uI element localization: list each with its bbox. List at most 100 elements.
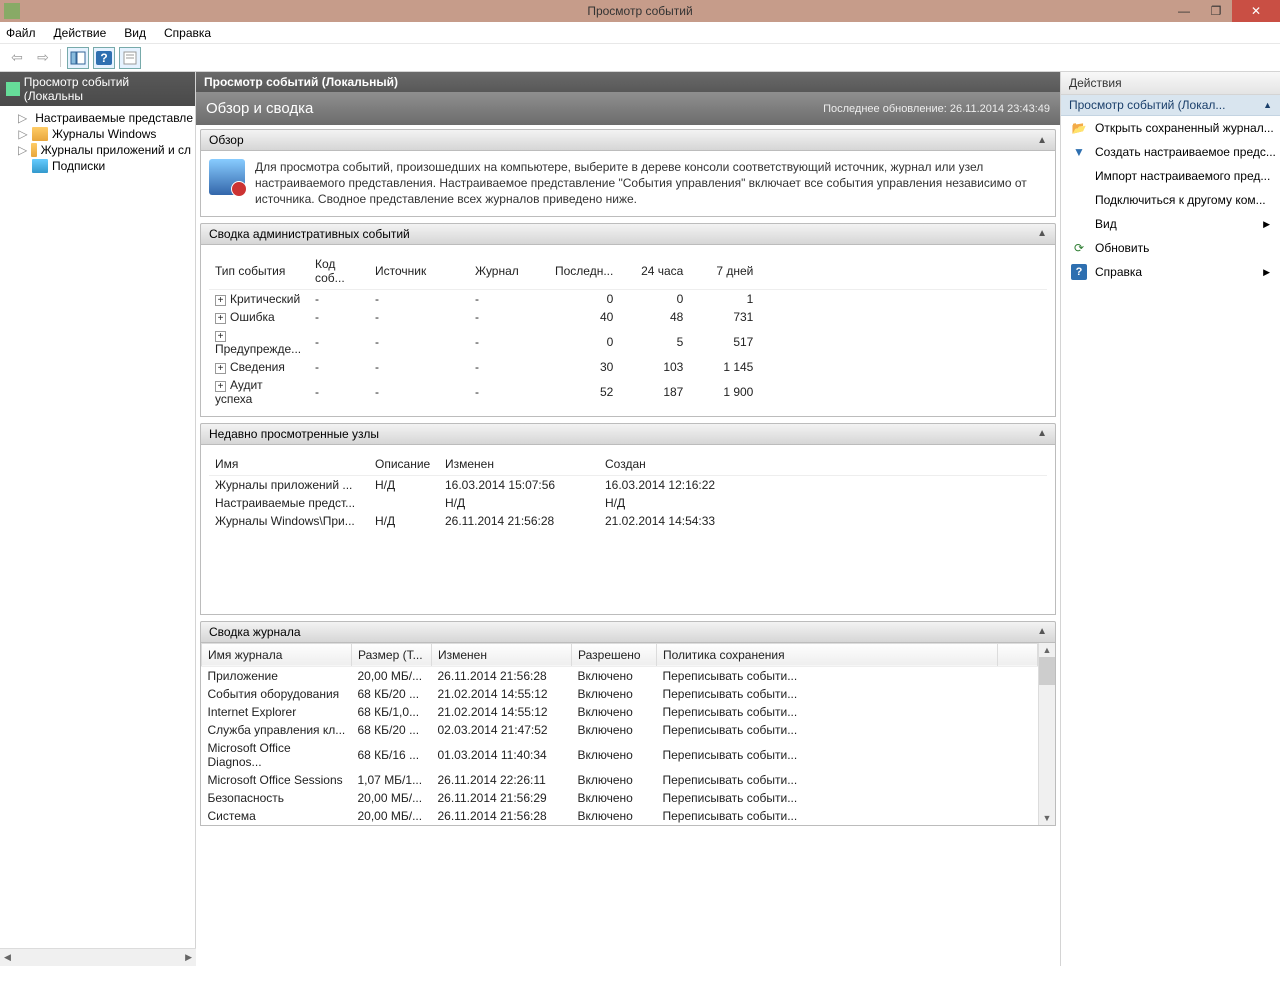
expand-icon[interactable]: ▷ xyxy=(18,127,28,141)
open-icon: 📂 xyxy=(1071,120,1087,136)
table-row[interactable]: События оборудования68 КБ/20 ...21.02.20… xyxy=(202,685,1038,703)
expand-icon[interactable]: + xyxy=(215,381,226,392)
col-modified[interactable]: Изменен xyxy=(439,453,599,476)
tree-root-label: Просмотр событий (Локальны xyxy=(24,75,189,103)
help-icon: ? xyxy=(1071,264,1087,280)
tree-pane: Просмотр событий (Локальны ▷Настраиваемы… xyxy=(0,72,196,948)
toolbar-props-button[interactable] xyxy=(119,47,141,69)
log-summary-header[interactable]: Сводка журнала ▲ xyxy=(200,621,1056,643)
action-item[interactable]: Импорт настраиваемого пред... xyxy=(1061,164,1280,188)
actions-context[interactable]: Просмотр событий (Локал... ▲ xyxy=(1061,95,1280,116)
expand-icon[interactable]: + xyxy=(215,363,226,374)
menu-action[interactable]: Действие xyxy=(54,26,107,40)
app-icon xyxy=(4,3,20,19)
toolbar-help-button[interactable]: ? xyxy=(93,47,115,69)
col-policy[interactable]: Политика сохранения xyxy=(657,643,998,666)
menu-help[interactable]: Справка xyxy=(164,26,211,40)
log-table-scrollbar[interactable]: ▲ ▼ xyxy=(1038,643,1055,825)
log-summary-title: Сводка журнала xyxy=(209,625,301,639)
table-row[interactable]: +Критический---001 xyxy=(209,289,1047,308)
table-row[interactable]: Служба управления кл...68 КБ/20 ...02.03… xyxy=(202,721,1038,739)
recent-nodes-header[interactable]: Недавно просмотренные узлы ▲ xyxy=(200,423,1056,445)
tree-root[interactable]: Просмотр событий (Локальны xyxy=(0,72,195,106)
expand-icon[interactable]: + xyxy=(215,331,226,342)
table-row[interactable]: Internet Explorer68 КБ/1,0...21.02.2014 … xyxy=(202,703,1038,721)
tree-item[interactable]: ▷Настраиваемые представле xyxy=(0,110,195,126)
collapse-icon: ▲ xyxy=(1263,100,1272,110)
expand-icon[interactable]: ▷ xyxy=(18,111,27,125)
table-row[interactable]: Безопасность20,00 МБ/...26.11.2014 21:56… xyxy=(202,789,1038,807)
overview-text: Для просмотра событий, произошедших на к… xyxy=(255,159,1047,208)
tree-item[interactable]: ▷Журналы приложений и сл xyxy=(0,142,195,158)
scroll-left-icon[interactable]: ◀ xyxy=(0,952,15,963)
content-title: Обзор и сводка xyxy=(206,100,313,117)
action-item[interactable]: ⟳Обновить xyxy=(1061,236,1280,260)
subscription-icon xyxy=(32,159,48,173)
action-item-label: Вид xyxy=(1095,217,1117,231)
action-item[interactable]: ?Справка▶ xyxy=(1061,260,1280,284)
col-code[interactable]: Код соб... xyxy=(309,253,369,290)
table-row[interactable]: Журналы Windows\При...Н/Д26.11.2014 21:5… xyxy=(209,512,1047,530)
col-enabled[interactable]: Разрешено xyxy=(572,643,657,666)
scroll-down-icon[interactable]: ▼ xyxy=(1039,811,1055,825)
menu-view[interactable]: Вид xyxy=(124,26,146,40)
col-24h[interactable]: 24 часа xyxy=(619,253,689,290)
table-row[interactable]: Microsoft Office Diagnos...68 КБ/16 ...0… xyxy=(202,739,1038,771)
toolbar-tree-button[interactable] xyxy=(67,47,89,69)
action-item[interactable]: Вид▶ xyxy=(1061,212,1280,236)
action-item-label: Подключиться к другому ком... xyxy=(1095,193,1266,207)
table-row[interactable]: Приложение20,00 МБ/...26.11.2014 21:56:2… xyxy=(202,666,1038,685)
nav-forward-button[interactable]: ⇨ xyxy=(32,47,54,69)
table-row[interactable]: Настраиваемые предст...Н/ДН/Д xyxy=(209,494,1047,512)
col-desc[interactable]: Описание xyxy=(369,453,439,476)
refresh-icon: ⟳ xyxy=(1071,240,1087,256)
admin-summary-header[interactable]: Сводка административных событий ▲ xyxy=(200,223,1056,245)
maximize-button[interactable]: ❐ xyxy=(1200,0,1232,22)
toolbar-separator xyxy=(60,49,61,67)
scroll-up-icon[interactable]: ▲ xyxy=(1039,643,1055,657)
table-row[interactable]: Система20,00 МБ/...26.11.2014 21:56:28Вк… xyxy=(202,807,1038,825)
nav-back-button[interactable]: ⇦ xyxy=(6,47,28,69)
recent-nodes-table: Имя Описание Изменен Создан Журналы прил… xyxy=(209,453,1047,530)
table-row[interactable]: +Предупрежде...---05517 xyxy=(209,326,1047,358)
col-source[interactable]: Источник xyxy=(369,253,469,290)
col-name[interactable]: Имя xyxy=(209,453,369,476)
expand-icon[interactable]: + xyxy=(215,313,226,324)
tree-horizontal-scrollbar[interactable]: ◀ ▶ xyxy=(0,948,196,966)
action-item-label: Импорт настраиваемого пред... xyxy=(1095,169,1270,183)
tree-item-label: Журналы Windows xyxy=(52,127,156,141)
menu-bar: Файл Действие Вид Справка xyxy=(0,22,1280,44)
table-row[interactable]: +Сведения---301031 145 xyxy=(209,358,1047,376)
expand-icon[interactable]: + xyxy=(215,295,226,306)
scroll-right-icon[interactable]: ▶ xyxy=(181,952,196,963)
action-item[interactable]: ▼Создать настраиваемое предс... xyxy=(1061,140,1280,164)
col-size[interactable]: Размер (Т... xyxy=(352,643,432,666)
collapse-icon: ▲ xyxy=(1037,428,1047,439)
overview-section-header[interactable]: Обзор ▲ xyxy=(200,129,1056,151)
action-item[interactable]: 📂Открыть сохраненный журнал... xyxy=(1061,116,1280,140)
col-modified[interactable]: Изменен xyxy=(432,643,572,666)
col-log-name[interactable]: Имя журнала xyxy=(202,643,352,666)
action-item-label: Справка xyxy=(1095,265,1142,279)
table-row[interactable]: Microsoft Office Sessions1,07 МБ/1...26.… xyxy=(202,771,1038,789)
table-row[interactable]: +Ошибка---4048731 xyxy=(209,308,1047,326)
actions-header: Действия xyxy=(1061,72,1280,95)
minimize-button[interactable]: — xyxy=(1168,0,1200,22)
menu-file[interactable]: Файл xyxy=(6,26,36,40)
col-log[interactable]: Журнал xyxy=(469,253,549,290)
col-last[interactable]: Последн... xyxy=(549,253,619,290)
toolbar: ⇦ ⇨ ? xyxy=(0,44,1280,72)
expand-icon[interactable]: ▷ xyxy=(18,143,27,157)
tree-item[interactable]: ▷ Журналы Windows xyxy=(0,126,195,142)
recent-nodes-title: Недавно просмотренные узлы xyxy=(209,427,379,441)
table-row[interactable]: Журналы приложений ...Н/Д16.03.2014 15:0… xyxy=(209,475,1047,494)
col-created[interactable]: Создан xyxy=(599,453,1047,476)
close-button[interactable]: ✕ xyxy=(1232,0,1280,22)
col-type[interactable]: Тип события xyxy=(209,253,309,290)
table-row[interactable]: +Аудит успеха---521871 900 xyxy=(209,376,1047,408)
col-7d[interactable]: 7 дней xyxy=(689,253,759,290)
content-title-strip: Обзор и сводка Последнее обновление: 26.… xyxy=(196,92,1060,125)
tree-item[interactable]: Подписки xyxy=(0,158,195,174)
action-item[interactable]: Подключиться к другому ком... xyxy=(1061,188,1280,212)
scroll-thumb[interactable] xyxy=(1039,657,1055,685)
